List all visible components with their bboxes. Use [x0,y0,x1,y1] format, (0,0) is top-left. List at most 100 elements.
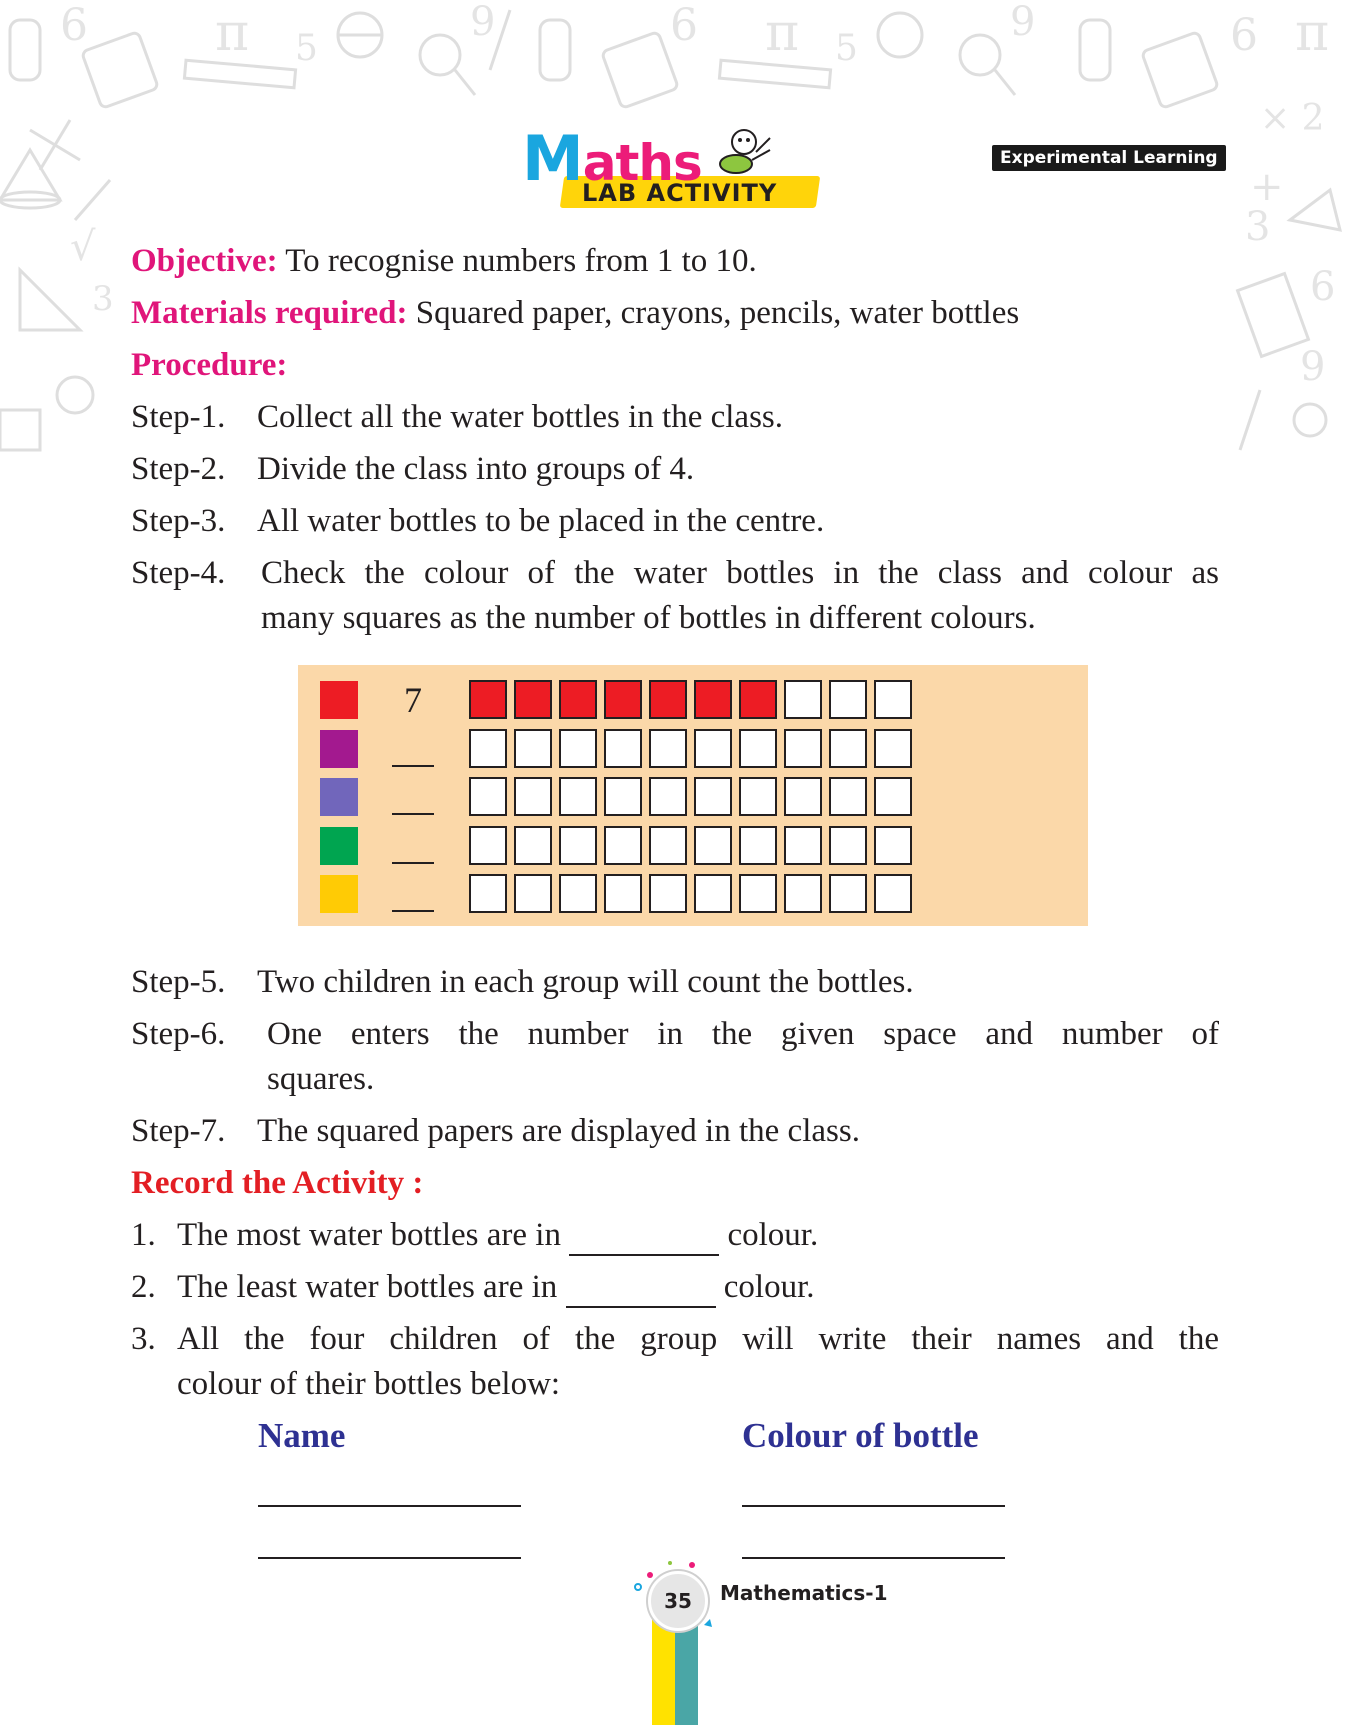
svg-text:3: 3 [1245,204,1270,250]
empty-square[interactable] [469,825,507,865]
empty-square[interactable] [739,777,777,816]
objective-label: Objective: [131,243,278,279]
coloured-square[interactable] [514,680,552,719]
experimental-learning-badge: Experimental Learning [992,145,1226,171]
name-write-line[interactable] [258,1505,521,1507]
materials-line: Materials required: Squared paper, crayo… [131,293,1019,334]
empty-square[interactable] [469,777,507,816]
question-text-after: colour. [727,1217,819,1253]
question-2-text: The least water bottles are in colour. [177,1267,815,1309]
step-number: Step-7. [131,1113,226,1149]
empty-square[interactable] [739,874,777,913]
empty-square[interactable] [604,728,642,768]
count-blank[interactable] [392,910,434,912]
coloured-square[interactable] [469,680,507,719]
empty-square[interactable] [469,874,507,913]
empty-square[interactable] [559,777,597,816]
empty-square[interactable] [604,874,642,913]
objective-text: To recognise numbers from 1 to 10. [285,243,757,279]
colour-count-chart: 7 [298,665,1088,926]
empty-square[interactable] [694,728,732,768]
coloured-square[interactable] [739,680,777,719]
empty-square[interactable] [829,874,867,913]
answer-blank[interactable] [569,1224,720,1257]
empty-square[interactable] [694,825,732,865]
question-1-text: The most water bottles are in colour. [177,1215,819,1257]
empty-square[interactable] [649,777,687,816]
coloured-square[interactable] [649,680,687,719]
step-7: Step-7. The squared papers are displayed… [131,1111,860,1152]
step-2: Step-2. Divide the class into groups of … [131,449,694,490]
empty-square[interactable] [649,874,687,913]
objective-line: Objective: To recognise numbers from 1 t… [131,241,757,282]
step-6-number: Step-6. [131,1016,226,1052]
question-3-number: 3. [131,1321,156,1357]
colour-write-line[interactable] [742,1505,1005,1507]
empty-square[interactable] [784,728,822,768]
colour-write-line[interactable] [742,1557,1005,1559]
empty-square[interactable] [514,728,552,768]
empty-square[interactable] [739,728,777,768]
empty-square[interactable] [829,825,867,865]
step-number: Step-5. [131,964,226,1000]
empty-square[interactable] [559,728,597,768]
empty-square[interactable] [784,680,822,719]
empty-square[interactable] [604,777,642,816]
empty-square[interactable] [784,777,822,816]
empty-square[interactable] [649,825,687,865]
step-4-text-line2: many squares as the number of bottles in… [261,600,1036,636]
svg-text:× 2: × 2 [1260,98,1325,139]
svg-text:6: 6 [60,0,88,51]
empty-square[interactable] [829,777,867,816]
svg-text:9: 9 [470,0,495,45]
answer-blank[interactable] [565,1276,716,1309]
step-text: Two children in each group will count th… [257,964,914,1000]
colour-swatch [320,729,358,768]
svg-text:5: 5 [295,28,318,69]
count-blank[interactable] [392,861,434,864]
step-text: Divide the class into groups of 4. [257,451,695,487]
bottle-count: 7 [404,680,422,720]
question-2: 2. The least water bottles are in colour… [131,1267,815,1309]
empty-square[interactable] [874,777,912,816]
empty-square[interactable] [784,874,822,913]
empty-square[interactable] [874,825,912,865]
coloured-square[interactable] [559,680,597,719]
colour-swatch [320,826,358,865]
name-column-heading: Name [258,1416,346,1455]
empty-square[interactable] [739,825,777,865]
step-6-text-line2: squares. [267,1061,375,1097]
empty-square[interactable] [514,825,552,865]
empty-square[interactable] [874,874,912,913]
empty-square[interactable] [604,825,642,865]
empty-square[interactable] [694,874,732,913]
empty-square[interactable] [559,874,597,913]
step-number: Step-3. [131,503,226,539]
count-blank[interactable] [392,813,434,815]
empty-square[interactable] [829,680,867,719]
empty-square[interactable] [649,728,687,768]
coloured-square[interactable] [604,680,642,719]
empty-square[interactable] [784,825,822,865]
svg-text:9: 9 [1010,0,1035,45]
empty-square[interactable] [694,777,732,816]
count-blank[interactable] [392,764,434,767]
empty-square[interactable] [514,874,552,913]
question-text-after: colour. [723,1269,815,1305]
empty-square[interactable] [829,728,867,768]
mascot-icon [719,129,771,174]
step-4-text-line1: Check the colour of the water bottles in… [261,555,1219,591]
question-3-line1: All the four children of the group will … [177,1321,1219,1357]
empty-square[interactable] [514,777,552,816]
empty-square[interactable] [469,728,507,768]
svg-text:6: 6 [1310,264,1335,310]
coloured-square[interactable] [694,680,732,719]
empty-square[interactable] [874,680,912,719]
empty-square[interactable] [559,825,597,865]
step-text: Collect all the water bottles in the cla… [257,399,784,435]
empty-square[interactable] [874,728,912,768]
step-1: Step-1. Collect all the water bottles in… [131,397,783,438]
name-write-line[interactable] [258,1557,521,1559]
step-number: Step-1. [131,399,226,435]
svg-text:π: π [1295,3,1329,63]
